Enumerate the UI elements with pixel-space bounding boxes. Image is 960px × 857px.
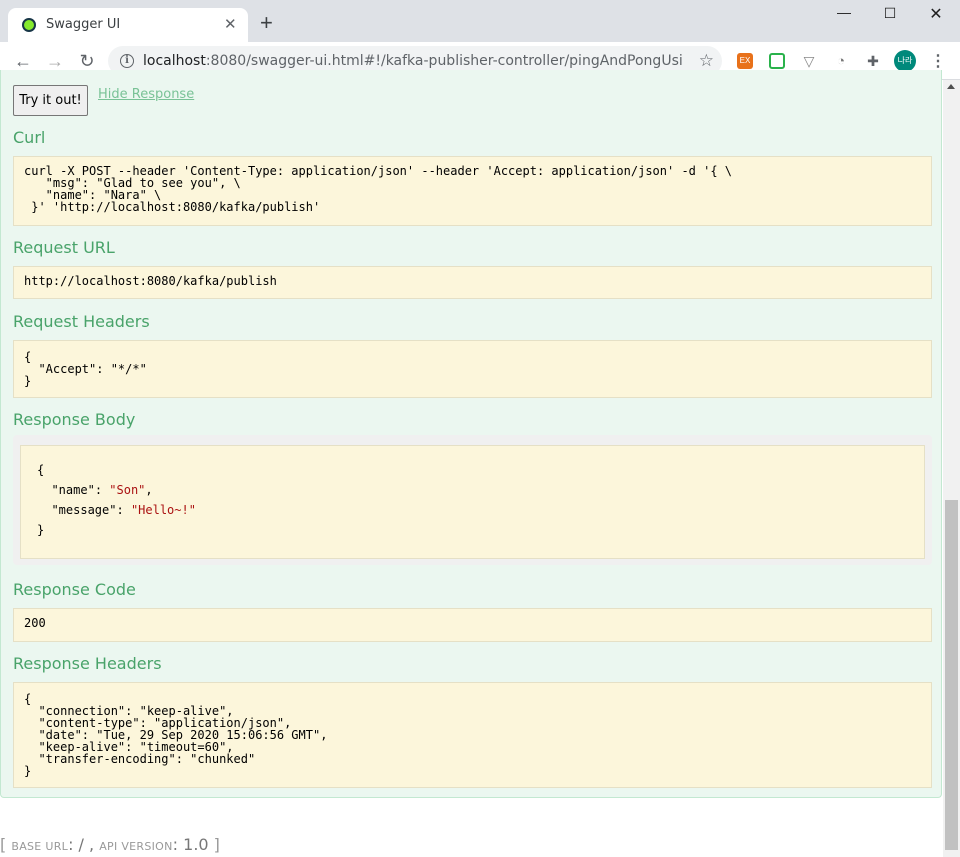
request-url-heading: Request URL	[13, 238, 115, 257]
title-bar: Swagger UI ✕ + — ☐ ✕	[0, 0, 960, 42]
minimize-button[interactable]: —	[830, 4, 858, 24]
json-close-brace: }	[37, 523, 45, 537]
base-url-label: BASE URL	[11, 840, 69, 853]
json-message-line: "message": "Hello~!"	[51, 503, 196, 517]
swagger-favicon-icon	[22, 18, 36, 32]
extensions-puzzle-icon[interactable]: ✚	[865, 53, 881, 69]
request-headers-code: { "Accept": "*/*" }	[13, 340, 932, 398]
reload-button[interactable]: ↻	[76, 50, 98, 72]
operation-block: Try it out! Hide Response Curl curl -X P…	[0, 70, 942, 798]
forward-button[interactable]: →	[44, 50, 66, 72]
response-headers-code: { "connection": "keep-alive", "content-t…	[13, 682, 932, 788]
response-body-heading: Response Body	[13, 410, 136, 429]
vue-extension-icon[interactable]: ▽	[801, 53, 817, 69]
tab-title: Swagger UI	[46, 17, 121, 32]
scrollbar-thumb[interactable]	[945, 500, 958, 850]
page-viewport: Try it out! Hide Response Curl curl -X P…	[0, 70, 960, 857]
back-button[interactable]: ←	[12, 50, 34, 72]
site-info-icon[interactable]: i	[120, 54, 134, 68]
api-footer: [ BASE URL: / , API VERSION: 1.0 ]	[0, 835, 220, 854]
response-body-code: { "name": "Son", "message": "Hello~!" }	[20, 445, 925, 559]
api-version-value: : 1.0	[172, 835, 209, 854]
json-open-brace: {	[37, 463, 45, 477]
mouse-extension-icon[interactable]: ◔	[833, 53, 849, 69]
response-body-container: { "name": "Son", "message": "Hello~!" }	[13, 435, 932, 565]
maximize-button[interactable]: ☐	[876, 5, 904, 25]
api-version-label: API VERSION	[99, 840, 173, 853]
request-url-value: http://localhost:8080/kafka/publish	[13, 266, 932, 299]
curl-heading: Curl	[13, 128, 46, 147]
request-headers-heading: Request Headers	[13, 312, 150, 331]
hide-response-link[interactable]: Hide Response	[98, 87, 194, 102]
ex-extension-icon[interactable]: EX	[737, 53, 753, 69]
chrome-menu-icon[interactable]: ⋮	[930, 51, 946, 71]
base-url-value: : / ,	[68, 835, 95, 854]
response-code-value: 200	[13, 608, 932, 642]
curl-code: curl -X POST --header 'Content-Type: app…	[13, 156, 932, 226]
close-tab-icon[interactable]: ✕	[224, 15, 237, 33]
vertical-scrollbar[interactable]	[943, 80, 960, 857]
url-text[interactable]: localhost:8080/swagger-ui.html#!/kafka-p…	[143, 53, 683, 69]
browser-tab[interactable]: Swagger UI ✕	[8, 8, 248, 42]
bookmark-star-icon[interactable]: ☆	[699, 51, 714, 71]
profile-avatar[interactable]: 나라	[894, 50, 916, 72]
response-code-heading: Response Code	[13, 580, 136, 599]
try-it-out-button[interactable]: Try it out!	[13, 85, 88, 116]
screen-extension-icon[interactable]	[769, 53, 785, 69]
new-tab-button[interactable]: +	[260, 12, 273, 34]
json-name-line: "name": "Son",	[51, 483, 153, 497]
response-headers-heading: Response Headers	[13, 654, 162, 673]
close-window-button[interactable]: ✕	[922, 4, 950, 24]
scroll-up-arrow-icon[interactable]	[947, 84, 955, 89]
